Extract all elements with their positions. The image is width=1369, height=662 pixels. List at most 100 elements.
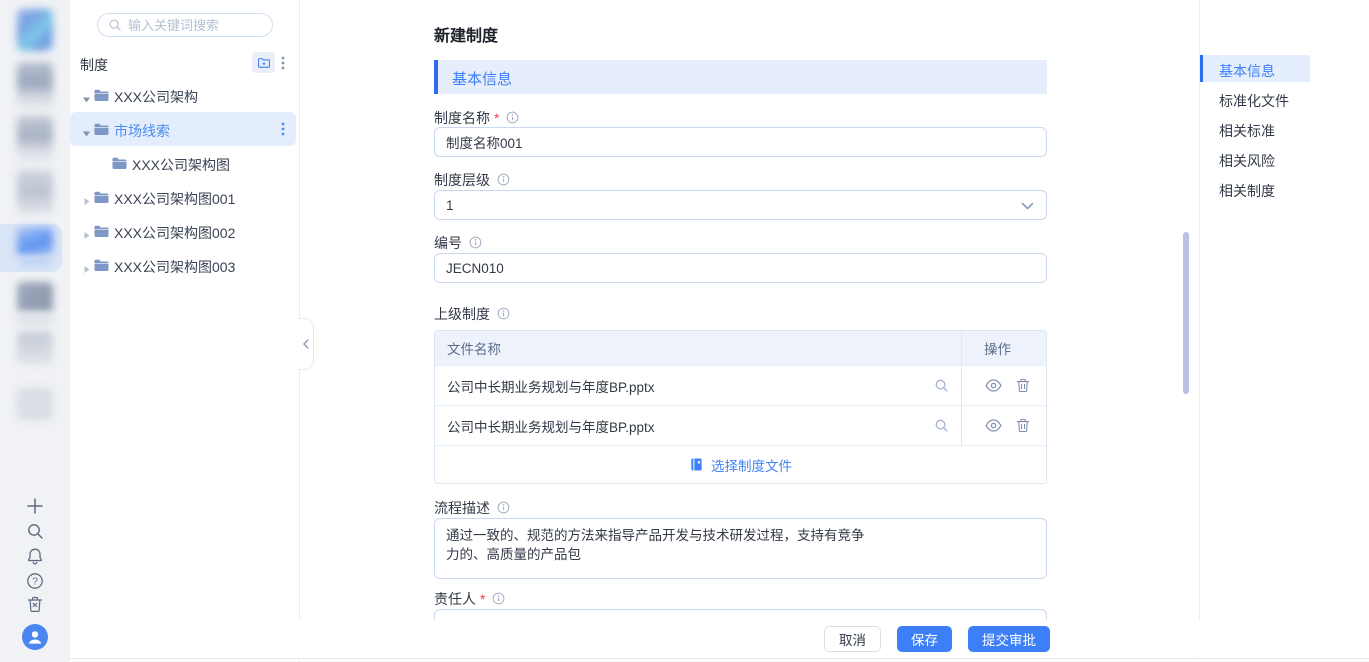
info-icon[interactable] [469, 236, 482, 249]
info-icon[interactable] [492, 592, 505, 605]
blurred-nav-item[interactable] [17, 116, 53, 162]
folder-icon [112, 157, 127, 175]
field-label-level: 制度层级 [434, 171, 510, 188]
table-row: 公司中长期业务规划与年度BP.pptx [435, 405, 1046, 445]
folder-plus-icon [257, 56, 271, 70]
label-text: 流程描述 [434, 498, 490, 518]
eye-icon [985, 379, 1002, 392]
anchor-item-related-risks[interactable]: 相关风险 [1219, 151, 1275, 171]
parent-files-table: 文件名称 操作 公司中长期业务规划与年度BP.pptx 公司中长期业务规划与年度… [434, 330, 1047, 484]
add-folder-button[interactable] [252, 52, 275, 73]
trash-icon [1016, 378, 1030, 393]
info-icon[interactable] [497, 307, 510, 320]
section-title: 基本信息 [452, 68, 512, 89]
code-input[interactable] [434, 253, 1047, 283]
level-select[interactable]: 1 [434, 190, 1047, 220]
info-icon[interactable] [497, 173, 510, 186]
preview-button[interactable] [985, 379, 1002, 392]
tree-section-title: 制度 [80, 55, 108, 75]
blurred-nav-item[interactable] [17, 282, 53, 312]
tree-item[interactable]: XXX公司架构图002 [70, 214, 300, 248]
info-icon[interactable] [506, 111, 519, 124]
blurred-nav-item-selected[interactable] [0, 224, 62, 272]
tree-search-box [97, 13, 273, 37]
anchor-item-related-standards[interactable]: 相关标准 [1219, 121, 1275, 141]
info-icon[interactable] [497, 501, 510, 514]
app-page: ? 制度 XXX公司架构 [0, 0, 1369, 662]
chevron-left-icon [302, 339, 310, 349]
delete-button[interactable] [1016, 418, 1030, 433]
caret-down-icon[interactable] [82, 125, 91, 143]
tree-panel: 制度 XXX公司架构 市场线索 XXX公司架构图 [70, 0, 300, 662]
blurred-nav-item[interactable] [17, 62, 53, 108]
description-textarea[interactable]: 通过一致的、规范的方法来指导产品开发与技术研发过程，支持有竞争 力的、高质量的产… [434, 518, 1047, 579]
recycle-bin-button[interactable] [26, 596, 44, 614]
panel-collapse-handle[interactable] [299, 318, 314, 370]
required-mark: * [480, 591, 485, 607]
global-search-button[interactable] [26, 522, 44, 540]
tree-item[interactable]: XXX公司架构图003 [70, 248, 300, 282]
tree-more-button[interactable] [276, 53, 290, 73]
submit-approval-button[interactable]: 提交审批 [968, 626, 1050, 652]
main-form: 新建制度 基本信息 制度名称* 制度层级 1 编号 上级制度 文件 [300, 0, 1199, 662]
tree-item-label: XXX公司架构图002 [114, 223, 235, 243]
kebab-icon [281, 122, 285, 136]
blurred-nav-item[interactable] [17, 170, 53, 214]
search-icon [934, 418, 949, 433]
caret-right-icon[interactable] [82, 261, 91, 279]
blurred-label [17, 314, 53, 326]
notifications-button[interactable] [26, 547, 44, 565]
label-text: 制度层级 [434, 170, 490, 190]
blurred-icon [17, 227, 53, 255]
tree-item-selected[interactable]: 市场线索 [70, 112, 296, 146]
anchor-item-related-regulations[interactable]: 相关制度 [1219, 181, 1275, 201]
field-label-name: 制度名称* [434, 109, 519, 126]
eye-icon [985, 419, 1002, 432]
user-avatar[interactable] [22, 624, 48, 650]
plus-icon [26, 497, 44, 515]
chevron-down-icon [1021, 202, 1034, 210]
add-button[interactable] [26, 497, 44, 515]
folder-icon [94, 123, 109, 141]
delete-button[interactable] [1016, 378, 1030, 393]
kebab-icon [281, 56, 285, 70]
label-text: 编号 [434, 233, 462, 253]
blurred-nav-item[interactable] [17, 332, 53, 364]
caret-down-icon[interactable] [82, 91, 91, 109]
select-file-label: 选择制度文件 [711, 455, 792, 475]
blurred-label [20, 257, 50, 266]
label-text: 责任人 [434, 589, 476, 609]
select-file-button[interactable]: 选择制度文件 [689, 455, 792, 475]
anchor-item-basic-info[interactable]: 基本信息 [1200, 55, 1310, 82]
field-label-parent: 上级制度 [434, 305, 510, 322]
label-text: 制度名称 [434, 108, 490, 128]
tree-item[interactable]: XXX公司架构图 [70, 146, 300, 180]
scrollbar-thumb[interactable] [1183, 232, 1189, 394]
table-row: 公司中长期业务规划与年度BP.pptx [435, 365, 1046, 405]
file-search-button[interactable] [934, 378, 949, 393]
caret-right-icon[interactable] [82, 227, 91, 245]
tree-item[interactable]: XXX公司架构 [70, 78, 300, 112]
file-name: 公司中长期业务规划与年度BP.pptx [447, 376, 655, 396]
tree-item[interactable]: XXX公司架构图001 [70, 180, 300, 214]
book-star-icon [689, 457, 704, 472]
level-select-value: 1 [446, 198, 454, 213]
help-button[interactable]: ? [26, 572, 44, 590]
file-search-button[interactable] [934, 418, 949, 433]
caret-right-icon[interactable] [82, 193, 91, 211]
field-label-owner: 责任人* [434, 590, 505, 607]
cancel-button[interactable]: 取消 [824, 626, 881, 652]
tree-item-more-button[interactable] [276, 119, 290, 139]
search-icon [108, 18, 122, 32]
anchor-item-standard-files[interactable]: 标准化文件 [1219, 91, 1289, 111]
name-input[interactable] [434, 127, 1047, 157]
tree-search-input[interactable] [128, 18, 258, 33]
tree-item-label: XXX公司架构图003 [114, 257, 235, 277]
column-header-file: 文件名称 [447, 338, 501, 358]
app-rail: ? [0, 0, 70, 662]
save-button[interactable]: 保存 [897, 626, 952, 652]
tree-item-label: XXX公司架构 [114, 87, 198, 107]
preview-button[interactable] [985, 419, 1002, 432]
page-title: 新建制度 [434, 22, 498, 46]
blurred-nav-item[interactable] [17, 388, 53, 420]
